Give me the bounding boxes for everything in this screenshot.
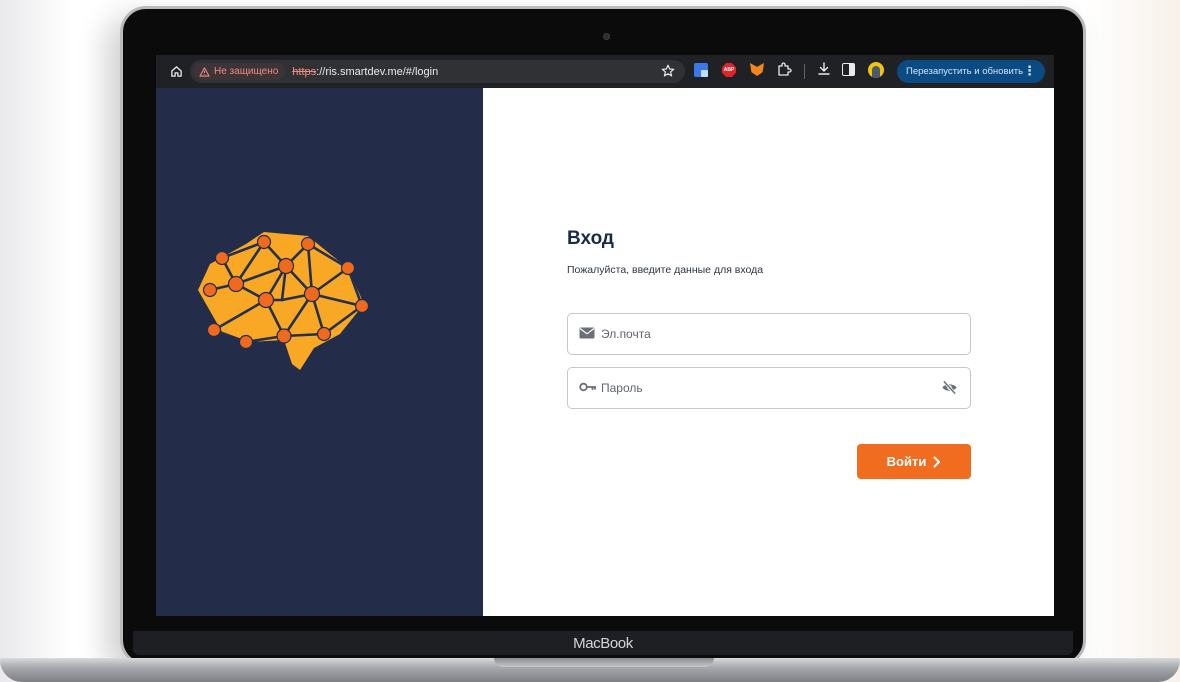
security-chip[interactable]: Не защищено [193, 63, 286, 80]
side-panel-icon[interactable] [842, 63, 855, 76]
url-path: ://ris.smartdev.me/#/login [316, 65, 439, 78]
warning-icon [199, 66, 210, 77]
login-submit-label: Войти [886, 454, 927, 469]
adblock-plus-icon[interactable]: ABP [722, 63, 736, 77]
relaunch-update-button[interactable]: Перезапустить и обновить ⋮ [897, 60, 1045, 83]
chevron-right-icon [933, 456, 941, 467]
metamask-fox-icon[interactable] [750, 63, 764, 76]
address-bar[interactable]: Не защищено https://ris.smartdev.me/#/lo… [190, 60, 685, 83]
download-icon[interactable] [816, 61, 832, 77]
email-input[interactable] [601, 314, 921, 354]
security-label: Не защищено [214, 66, 279, 77]
login-subtitle: Пожалуйста, введите данные для входа [567, 264, 764, 276]
eye-off-icon[interactable] [941, 380, 958, 395]
extensions-puzzle-icon[interactable] [776, 61, 792, 77]
relaunch-label: Перезапустить и обновить [906, 66, 1024, 77]
brand-panel [156, 88, 483, 616]
home-icon [170, 66, 182, 77]
login-submit-button[interactable]: Войти [857, 444, 971, 479]
login-panel: Вход Пожалуйста, введите данные для вход… [483, 88, 1054, 616]
browser-toolbar: Не защищено https://ris.smartdev.me/#/lo… [156, 55, 1054, 88]
profile-avatar[interactable] [868, 62, 884, 78]
screen: Не защищено https://ris.smartdev.me/#/lo… [156, 55, 1054, 616]
google-translate-icon[interactable] [694, 63, 708, 77]
login-title: Вход [567, 228, 614, 249]
key-icon [579, 382, 596, 392]
url-protocol: https [292, 65, 317, 78]
laptop-notch [494, 658, 714, 667]
password-field[interactable] [567, 367, 971, 409]
url-text[interactable]: https://ris.smartdev.me/#/login [292, 66, 438, 78]
bookmark-star-icon[interactable] [661, 64, 675, 78]
laptop-chin: MacBook [133, 631, 1073, 655]
more-menu-icon[interactable]: ⋮ [1023, 63, 1036, 79]
password-input[interactable] [601, 368, 921, 408]
home-button[interactable] [162, 58, 190, 86]
toolbar-divider [804, 64, 805, 79]
webcam [603, 33, 610, 40]
brand-label: MacBook [573, 635, 633, 652]
brain-network-logo [198, 232, 368, 370]
envelope-icon [579, 327, 595, 339]
email-field[interactable] [567, 313, 971, 355]
